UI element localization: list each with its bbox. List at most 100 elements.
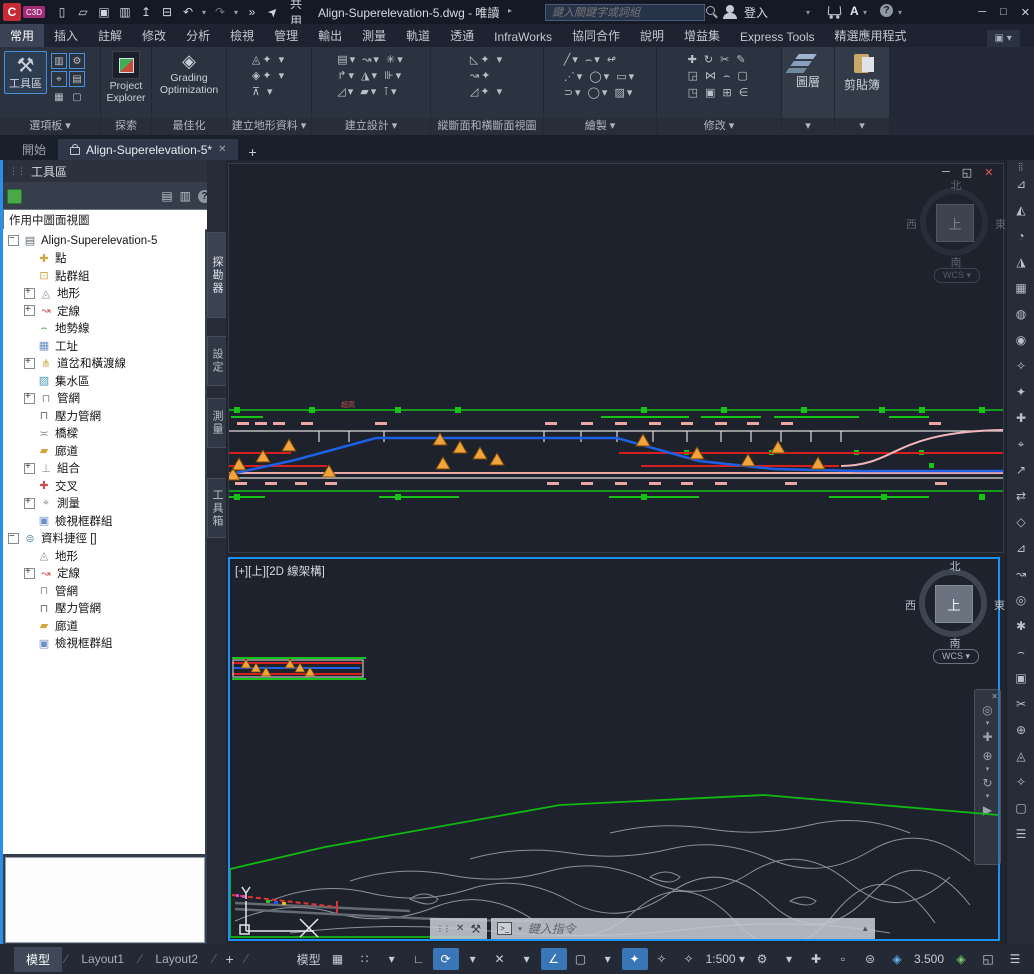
tab-annotate[interactable]: 註解 (88, 24, 132, 47)
viewcube-east[interactable]: 東 (994, 597, 1005, 613)
command-history-expand-icon[interactable]: ▲ (861, 924, 869, 933)
viewport-plan-active[interactable]: [+][上][2D 線架構] 北 西 上 東 南 WCS ▾ ✕ ◎ ▾ ✚ ⊕… (228, 557, 1000, 941)
new-drawing-button[interactable]: + (248, 144, 256, 160)
workspace-gear-icon[interactable]: ⚙ (749, 948, 775, 970)
navbar-caret-icon[interactable]: ▾ (986, 766, 990, 774)
panel-label-modify[interactable]: 修改 ▾ (657, 118, 781, 135)
new-icon[interactable]: ▯ (53, 5, 71, 19)
tab-prospector[interactable]: 探勘器 (207, 232, 227, 318)
tree-item-sites[interactable]: ▦工址 (3, 337, 205, 355)
tab-transparent[interactable]: 透通 (440, 24, 484, 47)
selection-filter-icon[interactable]: ▫ (830, 948, 856, 970)
redo-caret-icon[interactable]: ▾ (232, 8, 240, 17)
tab-settings[interactable]: 設定 (207, 336, 227, 386)
modify-row-2[interactable]: ◲ ⋈ ⌢ ▢ (688, 69, 751, 83)
panel-label-ground-data[interactable]: 建立地形資料 ▾ (227, 118, 311, 135)
design-row-1[interactable]: ▤▾ ↝▾ ✳▾ (337, 53, 405, 66)
tab-view[interactable]: 檢視 (220, 24, 264, 47)
command-input-bar[interactable]: >_ ▾ 鍵入指令 ▲ (491, 918, 875, 939)
ribbon-display-toggle[interactable]: ▣ ▾ (987, 30, 1020, 47)
viewcube-north[interactable]: 北 (913, 558, 997, 574)
palette-icon-3[interactable]: ⌖ (51, 71, 67, 87)
tab-home[interactable]: 常用 (0, 24, 44, 47)
ground-data-row-3[interactable]: ⊼ ▾ (252, 85, 286, 98)
recent-commands-caret-icon[interactable]: ▾ (518, 925, 522, 933)
profile-row-1[interactable]: ◺✦ ▾ (470, 53, 504, 66)
tab-toolbox[interactable]: 工具箱 (207, 478, 227, 538)
save-icon[interactable]: ▣ (95, 5, 113, 19)
viewcube-west[interactable]: 西 (906, 216, 917, 232)
viewport-superelevation[interactable]: 超高 北 西 上 東 南 WCS ▾ (228, 163, 1004, 553)
wcs-menu[interactable]: WCS ▾ (934, 268, 980, 283)
new-layout-button[interactable]: + (217, 951, 241, 967)
isolate-objects-icon[interactable]: ⊜ (857, 948, 883, 970)
tree-item-pressure-networks[interactable]: ⊓壓力管網 (3, 407, 205, 425)
polar-caret-icon[interactable]: ▾ (460, 948, 486, 970)
osnap-toggle-icon[interactable]: ∠ (541, 948, 567, 970)
palette-icon-6[interactable]: ▢ (69, 89, 85, 105)
command-prompt-icon[interactable]: >_ (497, 922, 512, 935)
tab-express-tools[interactable]: Express Tools (730, 27, 824, 47)
expand-icon[interactable] (24, 393, 35, 404)
toolspace-title-bar[interactable]: ⋮⋮ 工具區 (3, 160, 213, 182)
viewcube-top-face[interactable]: 上 (935, 585, 973, 623)
palette-icon-1[interactable]: ▥ (51, 53, 67, 69)
navigation-wheel-icon[interactable]: ◎ (982, 701, 992, 720)
viewcube-west[interactable]: 西 (905, 597, 916, 613)
annotation-scale-icon[interactable]: ✧ (676, 948, 702, 970)
tree-root-drawing[interactable]: ▤Align-Superelevation-5 (3, 232, 205, 250)
viewcube-east[interactable]: 東 (995, 216, 1006, 232)
model-tab[interactable]: 模型 (14, 947, 62, 972)
signin-label[interactable]: 登入 (744, 4, 768, 21)
doc-close-icon[interactable]: ✕ (984, 166, 993, 179)
design-row-3[interactable]: ◿▾ ▰▾ ⊺▾ (337, 85, 405, 98)
doc-minimize-icon[interactable]: ─ (942, 166, 950, 179)
tab-manage[interactable]: 管理 (264, 24, 308, 47)
tree-item-catchments[interactable]: ▨集水區 (3, 372, 205, 390)
expand-icon[interactable] (24, 358, 35, 369)
tab-survey[interactable]: 測量 (207, 398, 227, 448)
search-input[interactable] (550, 6, 700, 20)
clean-screen-icon[interactable]: ◱ (975, 948, 1001, 970)
share-icon[interactable]: ➤ (262, 1, 285, 24)
panel-label-layers[interactable]: ▾ (782, 118, 834, 135)
tree-item-assemblies[interactable]: ⊥組合 (3, 460, 205, 478)
user-icon[interactable] (726, 5, 734, 13)
tree-item-ds-view-frame-groups[interactable]: ▣檢視框群組 (3, 635, 205, 653)
tab-modify[interactable]: 修改 (132, 24, 176, 47)
viewcube-top-face[interactable]: 上 (936, 204, 974, 242)
autodesk-app-icon[interactable]: A (850, 4, 859, 18)
qat-more-icon[interactable]: » (243, 5, 261, 19)
panel-label-create-design[interactable]: 建立設計 ▾ (312, 118, 430, 135)
account-caret-icon[interactable]: ▾ (806, 8, 810, 17)
close-button[interactable]: ✕ (1021, 6, 1030, 19)
redo-icon[interactable]: ↷ (211, 5, 229, 19)
open-icon[interactable]: ▱ (74, 5, 92, 19)
tab-addins[interactable]: 增益集 (674, 24, 730, 47)
otrack-toggle-icon[interactable]: ✕ (487, 948, 513, 970)
tab-infraworks[interactable]: InfraWorks (484, 27, 562, 47)
title-expand-icon[interactable]: ▸ (508, 6, 512, 15)
transparent-commands-icons[interactable]: ⊿ ◭ ◔ ◮ ▦ ◍ ◉ ✧ ✦ ✚ ⌖ ↗ ⇄ ◇ ⊿ ↝ ◎ ✱ ⌢ ▣ … (1007, 171, 1034, 847)
autodesk-caret-icon[interactable]: ▾ (863, 8, 867, 17)
panel-label-profile-section[interactable]: 縱斷面和橫斷面視圖 (431, 118, 543, 135)
panel-label-explore[interactable]: 探索 (101, 118, 151, 135)
panel-label-optimize[interactable]: 最佳化 (152, 118, 226, 135)
palette-icon-2[interactable]: ⚙ (69, 53, 85, 69)
layout2-tab[interactable]: Layout2 (143, 948, 210, 970)
tree-item-ds-pressure-networks[interactable]: ⊓壓力管網 (3, 600, 205, 618)
grading-optimization-button[interactable]: Grading Optimization (156, 72, 222, 96)
snap-caret-icon[interactable]: ▾ (379, 948, 405, 970)
tree-item-alignments[interactable]: ↝定線 (3, 302, 205, 320)
profile-row-2[interactable]: ↝✦ (470, 69, 504, 82)
project-explorer-button[interactable]: Project Explorer (105, 80, 147, 104)
draw-row-2[interactable]: ⋰▾ ◯▾ ▭▾ (564, 70, 636, 83)
transfer-icon[interactable]: ↥ (137, 5, 155, 19)
tab-help[interactable]: 說明 (630, 24, 674, 47)
viewcube-north[interactable]: 北 (914, 177, 998, 193)
osnap-2d-icon[interactable]: ▢ (568, 948, 594, 970)
tab-insert[interactable]: 插入 (44, 24, 88, 47)
layout1-tab[interactable]: Layout1 (69, 948, 136, 970)
tree-root-data-shortcuts[interactable]: ⊜資料捷徑 [] (3, 530, 205, 548)
toolspace-button[interactable]: ⚒ 工具區 (4, 51, 47, 94)
